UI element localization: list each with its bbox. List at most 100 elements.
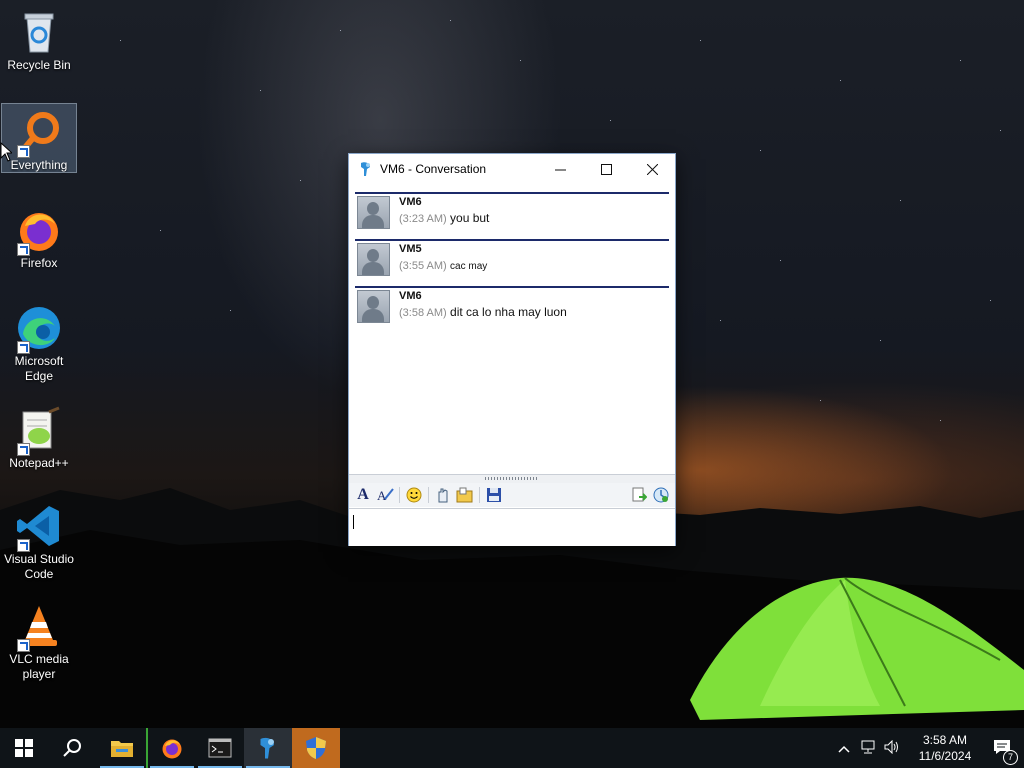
message-time: (3:23 AM) (399, 213, 447, 225)
close-icon (646, 163, 658, 175)
recycle-bin-icon (15, 8, 63, 56)
message-entry: VM6 (3:58 AM) dit ca lo nha may luon (355, 286, 669, 326)
window-title: VM6 - Conversation (380, 162, 487, 176)
font-icon: A (357, 486, 369, 503)
clock-date: 11/6/2024 (918, 749, 972, 763)
network-status-button[interactable] (856, 740, 880, 757)
desktop-icon-label: VLC media player (9, 652, 69, 681)
font-color-icon: A (377, 488, 394, 503)
firefox-icon (15, 206, 63, 256)
pane-splitter-handle[interactable] (349, 474, 675, 483)
maximize-icon (600, 163, 612, 175)
desktop-icon-label: Visual Studio Code (4, 552, 74, 581)
message-text: you but (450, 211, 490, 225)
conversation-window: VM6 - Conversation VM6 (3:23 AM) you but… (348, 153, 676, 546)
svg-text:A: A (377, 488, 387, 503)
shortcut-arrow-icon (17, 539, 30, 552)
desktop-icon-vscode[interactable]: Visual Studio Code (2, 498, 76, 582)
desktop-icon-label: Recycle Bin (7, 58, 71, 72)
chevron-up-icon (838, 745, 850, 753)
firefox-icon (162, 739, 182, 759)
taskbar: 3:58 AM 11/6/2024 7 (0, 728, 1024, 768)
message-sender: VM5 (399, 243, 422, 255)
desktop-icon-everything[interactable]: Everything (1, 103, 77, 173)
vscode-icon (15, 502, 63, 552)
avatar (357, 243, 390, 276)
minimize-icon (554, 169, 566, 170)
message-entry: VM6 (3:23 AM) you but (355, 192, 669, 232)
taskbar-firefox[interactable] (146, 728, 196, 768)
clock[interactable]: 3:58 AM 11/6/2024 (910, 732, 980, 764)
shortcut-arrow-icon (17, 145, 30, 158)
window-titlebar[interactable]: VM6 - Conversation (349, 154, 675, 184)
avatar (357, 290, 390, 323)
vlc-icon (15, 602, 63, 652)
show-hidden-icons-button[interactable] (832, 741, 856, 756)
mouse-cursor-icon (0, 142, 12, 162)
volume-button[interactable] (880, 739, 904, 757)
shield-icon (306, 737, 326, 759)
clock-time: 3:58 AM (922, 733, 968, 747)
message-time: (3:58 AM) (399, 307, 447, 319)
shortcut-arrow-icon (17, 639, 30, 652)
message-entry: VM5 (3:55 AM) cac may (355, 239, 669, 279)
taskbar-security-shield[interactable] (292, 728, 340, 768)
font-button[interactable]: A (352, 485, 374, 505)
start-button[interactable] (0, 728, 48, 768)
network-icon (861, 740, 875, 753)
minimize-button[interactable] (537, 154, 583, 184)
messenger-app-icon (260, 737, 274, 759)
edge-icon (15, 304, 63, 354)
message-text: dit ca lo nha may luon (450, 305, 567, 319)
terminal-icon (208, 738, 232, 758)
desktop-icon-label: Microsoft Edge (14, 354, 64, 383)
compose-toolbar: A A (349, 483, 675, 507)
message-text: cac may (450, 261, 488, 272)
desktop-icon-vlc[interactable]: VLC media player (2, 598, 76, 682)
notification-count-badge: 7 (1003, 749, 1018, 765)
notepadpp-icon (15, 406, 63, 456)
message-line: (3:23 AM) you but (399, 211, 489, 225)
system-tray: 3:58 AM 11/6/2024 7 (832, 728, 1024, 768)
desktop-icon-label: Firefox (20, 256, 58, 270)
toolbar-separator (399, 487, 400, 503)
font-color-button[interactable]: A (374, 485, 396, 505)
file-explorer-icon (111, 741, 133, 757)
message-line: (3:58 AM) dit ca lo nha may luon (399, 305, 567, 319)
taskbar-terminal[interactable] (196, 728, 244, 768)
message-line: (3:55 AM) cac may (399, 258, 487, 272)
message-time: (3:55 AM) (399, 260, 447, 272)
message-sender: VM6 (399, 196, 422, 208)
message-input[interactable] (349, 508, 675, 546)
search-button[interactable] (48, 728, 96, 768)
nudge-hand-icon (438, 488, 448, 503)
shortcut-arrow-icon (17, 243, 30, 256)
history-log-button[interactable] (628, 485, 650, 505)
windows-logo-icon (15, 739, 33, 757)
message-history[interactable]: VM6 (3:23 AM) you but VM5 (3:55 AM) cac … (349, 185, 675, 474)
nudge-button[interactable] (432, 485, 454, 505)
everything-search-icon (15, 108, 63, 158)
desktop-icon-label: Notepad++ (9, 456, 69, 470)
options-button[interactable] (650, 485, 672, 505)
shortcut-arrow-icon (17, 341, 30, 354)
taskbar-file-explorer[interactable] (98, 728, 146, 768)
close-button[interactable] (629, 154, 675, 184)
desktop-icon-firefox[interactable]: Firefox (2, 202, 76, 271)
messenger-app-icon (361, 162, 370, 176)
toolbar-separator (428, 487, 429, 503)
send-file-button[interactable] (454, 485, 476, 505)
clock-globe-icon (653, 487, 669, 503)
text-caret (353, 515, 354, 529)
desktop-icon-edge[interactable]: Microsoft Edge (2, 300, 76, 384)
emoticon-button[interactable] (403, 485, 425, 505)
speaker-icon (884, 739, 898, 754)
save-button[interactable] (483, 485, 505, 505)
action-center-button[interactable]: 7 (980, 739, 1024, 765)
taskbar-messenger[interactable] (244, 728, 292, 768)
maximize-button[interactable] (583, 154, 629, 184)
avatar (357, 196, 390, 229)
desktop-icon-notepadpp[interactable]: Notepad++ (2, 402, 76, 471)
message-sender: VM6 (399, 290, 422, 302)
desktop-icon-recycle-bin[interactable]: Recycle Bin (2, 4, 76, 73)
